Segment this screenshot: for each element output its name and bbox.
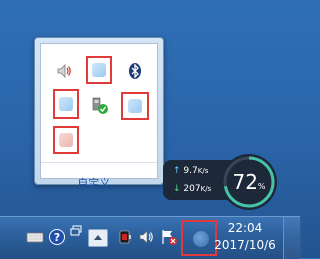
download-speed-value: 207 bbox=[183, 184, 201, 194]
cpu-percent-label: 72% bbox=[220, 170, 278, 194]
help-tray-icon[interactable]: ? bbox=[48, 228, 66, 246]
blank-app-icon bbox=[193, 231, 209, 247]
show-desktop-button[interactable] bbox=[283, 217, 301, 259]
taskbar: ? 22:04 2017/10/6 bbox=[0, 216, 301, 259]
taskbar-clock[interactable]: 22:04 2017/10/6 bbox=[212, 220, 278, 254]
download-speed: ↓ 207K/s bbox=[173, 184, 211, 194]
download-arrow-icon: ↓ bbox=[173, 184, 181, 194]
highlighted-app-tray-icon-1[interactable] bbox=[86, 56, 112, 84]
clock-time: 22:04 bbox=[227, 221, 263, 235]
blank-app-icon bbox=[59, 133, 73, 147]
cpu-percent-unit: % bbox=[257, 182, 266, 191]
download-speed-unit: K/s bbox=[200, 185, 212, 193]
monitor-tray-icon[interactable] bbox=[70, 225, 88, 243]
bluetooth-icon bbox=[129, 63, 141, 79]
cpu-usage-gauge[interactable]: 72% bbox=[220, 153, 278, 211]
volume-icon bbox=[139, 230, 153, 244]
upload-speed-unit: K/s bbox=[197, 167, 209, 175]
highlighted-app-tray-icon-4[interactable] bbox=[53, 126, 79, 154]
cpu-percent-value: 72 bbox=[232, 170, 258, 194]
popup-divider bbox=[41, 162, 157, 163]
upload-speed: ↑ 9.7K/s bbox=[173, 166, 208, 176]
power-tray-icon[interactable] bbox=[116, 228, 134, 246]
blank-app-icon bbox=[59, 97, 73, 111]
svg-text:?: ? bbox=[54, 231, 60, 244]
volume-icon bbox=[57, 64, 71, 78]
network-flag-icon bbox=[162, 230, 177, 245]
power-icon bbox=[119, 230, 131, 244]
highlighted-app-tray-icon-3[interactable] bbox=[121, 92, 149, 120]
bluetooth-tray-icon[interactable] bbox=[124, 60, 146, 82]
upload-arrow-icon: ↑ bbox=[173, 166, 181, 176]
customize-link[interactable]: 自定义... bbox=[35, 175, 163, 191]
help-icon: ? bbox=[49, 229, 65, 245]
show-hidden-icons-button[interactable] bbox=[88, 229, 108, 247]
monitor-icon bbox=[70, 225, 82, 236]
usb-safely-remove-tray-icon[interactable] bbox=[88, 94, 110, 116]
keyboard-icon bbox=[26, 232, 44, 243]
usb-safely-remove-icon bbox=[92, 97, 108, 114]
clock-date: 2017/10/6 bbox=[214, 238, 276, 252]
chevron-up-icon bbox=[94, 235, 102, 240]
blank-app-icon bbox=[128, 99, 142, 113]
tray-overflow-panel bbox=[40, 43, 158, 179]
tray-overflow-popup: 自定义... bbox=[34, 37, 164, 190]
volume-tray-icon[interactable] bbox=[53, 60, 75, 82]
volume-taskbar-icon[interactable] bbox=[138, 228, 156, 246]
blank-app-icon bbox=[92, 63, 106, 77]
keyboard-tray-icon[interactable] bbox=[26, 228, 44, 246]
action-center-tray-icon[interactable] bbox=[160, 228, 178, 246]
highlighted-app-tray-icon-2[interactable] bbox=[53, 89, 79, 119]
upload-speed-value: 9.7 bbox=[183, 166, 198, 176]
